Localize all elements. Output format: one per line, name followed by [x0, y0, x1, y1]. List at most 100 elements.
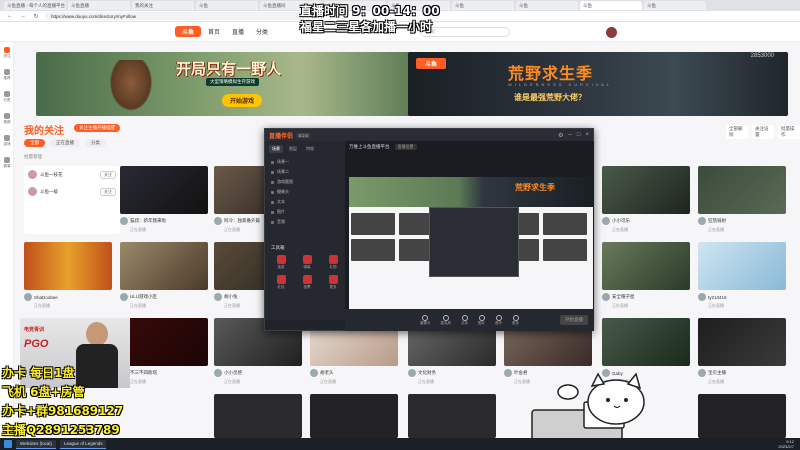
window-controls: ⚙ – □ × — [558, 132, 593, 139]
nav-category[interactable]: 分类 — [256, 27, 268, 36]
scene-item[interactable]: 场景二 — [265, 167, 345, 177]
scene-item[interactable]: 游戏截图 — [265, 177, 345, 187]
stream-card[interactable] — [698, 394, 786, 438]
live-settings-button[interactable]: 直播设置 — [394, 144, 417, 150]
stream-card[interactable]: ULU游戏小区 正在直播 — [120, 242, 208, 312]
tool-vote[interactable]: 投票 — [295, 275, 319, 290]
stream-card[interactable]: 安全帽子屋 正在直播 — [602, 242, 690, 312]
system-clock[interactable]: 9:12 2023/2/7 — [778, 439, 800, 449]
sidebar-item-game[interactable]: 游戏 — [0, 130, 14, 152]
stream-thumbnail — [698, 318, 786, 366]
tab-scene[interactable]: 场景 — [269, 145, 283, 153]
scene-item[interactable]: 音频 — [265, 217, 345, 227]
scene-item[interactable]: 摄像头 — [265, 187, 345, 197]
clock-date: 2023/2/7 — [778, 444, 794, 449]
batch-button[interactable]: 批量操作 — [778, 125, 800, 139]
follow-reminder-badge[interactable]: 关注主播开播提醒 — [74, 124, 120, 132]
present-icon — [328, 255, 338, 264]
scene-item[interactable]: 场景一 — [265, 157, 345, 167]
avatar — [214, 293, 222, 301]
promo-banner-right[interactable]: 斗鱼 荒野求生季 WILDERNESS SURVIVAL 谁是最强荒野大佬？ 2… — [408, 52, 788, 116]
tool-label: 弹幕 — [303, 265, 311, 269]
stream-card[interactable] — [214, 394, 302, 438]
stream-card[interactable]: 宝贝主播 正在直播 — [698, 318, 786, 388]
scene-item[interactable]: 图片 — [265, 207, 345, 217]
stream-card[interactable]: 狂怒骑射 正在直播 — [698, 166, 786, 236]
stream-title: 胡老头 — [320, 370, 334, 375]
app-titlebar[interactable]: 直播伴侣 5.2.0 ⚙ – □ × — [265, 129, 593, 141]
tool-redpacket[interactable]: 红包 — [269, 275, 293, 290]
nav-live[interactable]: 直播 — [232, 27, 244, 36]
taskbar-app[interactable]: Websites (local) — [16, 439, 56, 449]
stream-thumbnail — [24, 242, 112, 290]
settings-icon[interactable]: ⚙ — [558, 132, 563, 139]
browser-tab-active[interactable]: 斗鱼 — [580, 1, 642, 10]
follow-button[interactable]: 关注 — [100, 187, 116, 196]
start-live-button[interactable]: 开始直播 — [560, 315, 588, 325]
filter-category[interactable]: 分类 — [85, 139, 106, 147]
page-title: 我的关注 — [24, 126, 64, 137]
tab-effect[interactable]: 特效 — [303, 145, 317, 153]
stream-card[interactable]: ty213416 正在直播 — [698, 242, 786, 312]
tool-lottery[interactable]: 抽奖 — [269, 255, 293, 270]
sidebar-item-category[interactable]: 分类 — [0, 86, 14, 108]
tool-gift[interactable]: 礼物 — [321, 255, 345, 270]
sidebar-item-follow[interactable]: 关注 — [0, 42, 14, 64]
url-field[interactable]: https://www.douyu.com/directory/myFollow — [45, 12, 305, 20]
close-icon[interactable]: × — [585, 132, 589, 139]
stream-card[interactable]: 不三不四斯塔 正在直播 — [120, 318, 208, 388]
more-button[interactable]: 更多 — [512, 314, 519, 326]
streaming-app-window[interactable]: 直播伴侣 5.2.0 ⚙ – □ × 场景 图层 特效 场景一 场景二 游戏截图… — [264, 128, 594, 331]
browser-tab[interactable]: 斗鱼 — [196, 1, 258, 10]
browser-tab[interactable]: 斗鱼 — [644, 1, 706, 10]
delete-all-button[interactable]: 全部删除 — [726, 125, 748, 139]
stream-thumbnail — [602, 318, 690, 366]
filter-all[interactable]: 全部 — [24, 139, 45, 147]
start-game-button[interactable]: 开始游戏 — [222, 94, 263, 107]
image-button[interactable]: 图片 — [478, 314, 485, 326]
stream-card[interactable]: 小小可乐 正在直播 — [602, 166, 690, 236]
stream-title: 叶舍君 — [514, 370, 528, 375]
follow-button[interactable]: 关注 — [100, 170, 116, 179]
browser-tab[interactable]: 斗鱼直播 — [68, 1, 130, 10]
stream-card[interactable]: 猫叔：新年我来啦 正在直播 — [120, 166, 208, 236]
stream-card[interactable] — [310, 394, 398, 438]
tab-layer[interactable]: 图层 — [286, 145, 300, 153]
text-button[interactable]: 文本 — [461, 314, 468, 326]
follow-settings-button[interactable]: 关注设置 — [752, 125, 774, 139]
back-icon[interactable]: ← — [6, 13, 14, 19]
camera-button[interactable]: 摄像头 — [420, 314, 431, 326]
maximize-icon[interactable]: □ — [577, 132, 581, 139]
os-taskbar: Websites (local) League of Legends 9:12 … — [0, 438, 800, 450]
forward-icon[interactable]: → — [19, 13, 27, 19]
avatar[interactable] — [606, 27, 617, 38]
gift-icon — [276, 255, 286, 264]
sidebar-item-video[interactable]: 视频 — [0, 108, 14, 130]
promo-banner-left[interactable]: 开局只有一野人 大型策略模拟生存游戏 开始游戏 — [36, 52, 416, 116]
taskbar-app[interactable]: League of Legends — [59, 439, 107, 449]
microphone-button[interactable]: 麦克风 — [441, 314, 451, 326]
browser-tab[interactable]: 斗鱼直播 - 每个人的直播平台 — [4, 1, 66, 10]
tool-more[interactable]: 更多 — [321, 275, 345, 290]
minimize-icon[interactable]: – — [569, 132, 572, 139]
batch-manage-link[interactable]: 批量管理 — [24, 154, 42, 160]
browser-tab[interactable]: 斗鱼 — [516, 1, 578, 10]
reload-icon[interactable]: ↻ — [32, 13, 40, 20]
site-logo[interactable]: 斗鱼 — [175, 26, 201, 37]
stream-card[interactable]: ShaDoobee 正在直播 — [24, 242, 112, 312]
scene-item[interactable]: 文本 — [265, 197, 345, 207]
filter-live[interactable]: 正在直播 — [50, 139, 80, 147]
tool-label: 投票 — [303, 285, 311, 289]
tool-danmu[interactable]: 弹幕 — [295, 255, 319, 270]
stream-preview[interactable]: 荒野求生季 — [349, 177, 593, 313]
nav-home[interactable]: 首页 — [208, 27, 220, 36]
tool-label: 抽奖 — [277, 265, 285, 269]
browser-tab[interactable]: 我的关注 — [132, 1, 194, 10]
music-button[interactable]: 音乐 — [495, 314, 502, 326]
browser-tab[interactable]: 斗鱼 — [452, 1, 514, 10]
windows-start-icon[interactable] — [4, 440, 12, 448]
sidebar-item-esports[interactable]: 赛事 — [0, 152, 14, 174]
sidebar-item-recommend[interactable]: 推荐 — [0, 64, 14, 86]
stream-card[interactable] — [408, 394, 496, 438]
toolbar-right: 全部删除 关注设置 批量操作 — [726, 125, 800, 139]
